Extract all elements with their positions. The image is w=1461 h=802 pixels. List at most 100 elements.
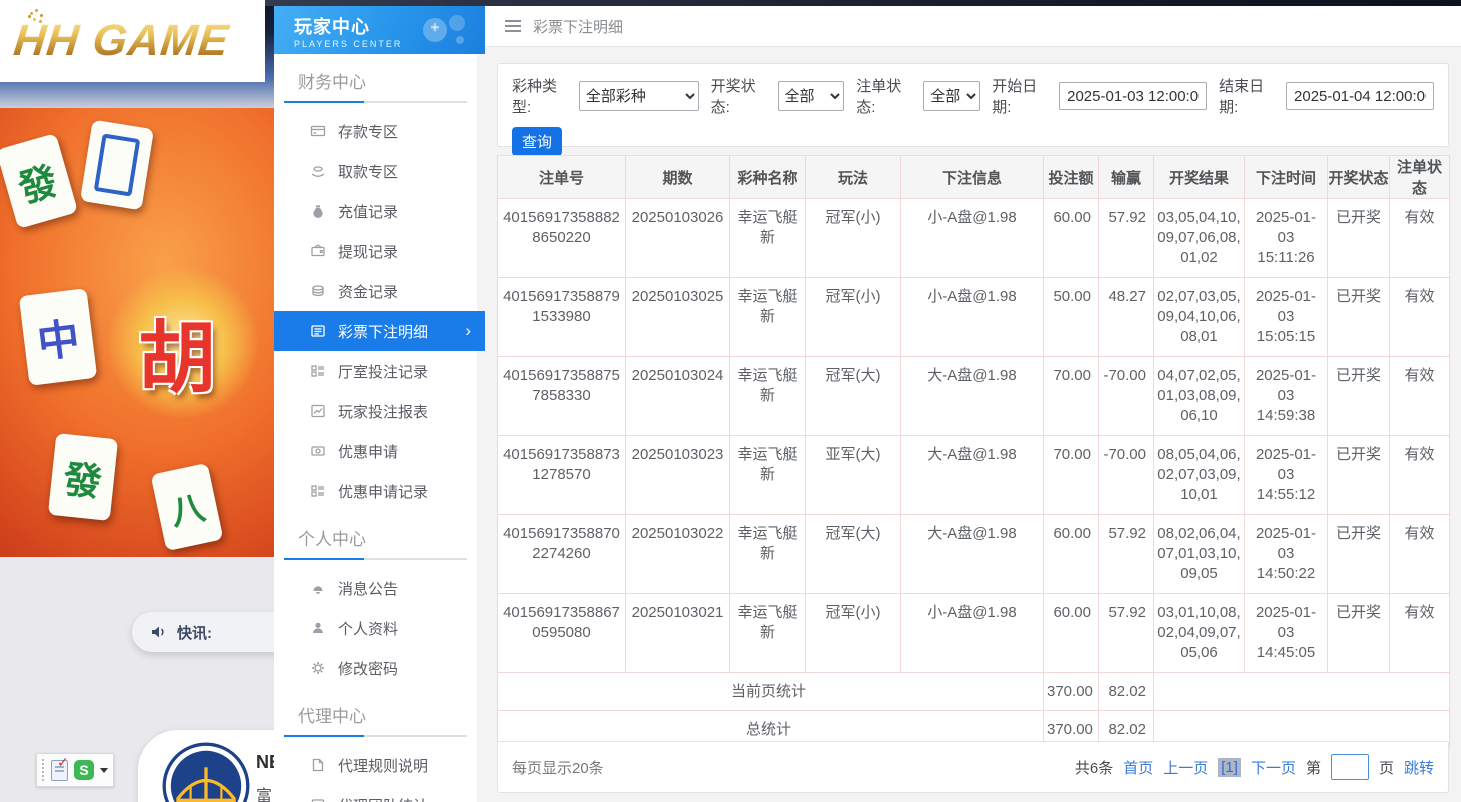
money-bag-icon (310, 203, 326, 219)
col-bet-amount: 投注额 (1044, 156, 1099, 199)
section-underline (284, 735, 467, 737)
end-date-input[interactable] (1286, 82, 1434, 110)
section-underline (284, 558, 467, 560)
cell-bet-id: 401569173588702274260 (498, 515, 626, 594)
sidebar-item-agent-team-stats[interactable]: 代理团队统计 (274, 785, 477, 802)
cell-win-loss: 57.92 (1099, 515, 1154, 594)
sidebar-item-lottery-bet-details[interactable]: 彩票下注明细 › (274, 311, 485, 351)
cell-period: 20250103022 (626, 515, 730, 594)
sidebar-item-hall-bet-records[interactable]: 厅室投注记录 (274, 351, 477, 391)
table-row: 401569173588731278570 20250103023 幸运飞艇新 … (498, 436, 1450, 515)
cell-bet-time: 2025-01-03 14:55:12 (1245, 436, 1328, 515)
first-page-link[interactable]: 首页 (1123, 757, 1153, 778)
cell-bet-amount: 60.00 (1044, 515, 1099, 594)
sidebar-item-promo-apply-records[interactable]: 优惠申请记录 (274, 471, 477, 511)
cell-bet-amount: 60.00 (1044, 594, 1099, 673)
cell-order-status: 有效 (1390, 278, 1450, 357)
cell-draw-result: 03,05,04,10,09,07,06,08,01,02 (1154, 199, 1245, 278)
col-bet-id: 注单号 (498, 156, 626, 199)
cell-draw-status: 已开奖 (1328, 278, 1390, 357)
col-bet-time: 下注时间 (1245, 156, 1328, 199)
cell-win-loss: 57.92 (1099, 594, 1154, 673)
cell-bet-info: 小-A盘@1.98 (901, 278, 1044, 357)
page-summary-empty (1154, 673, 1450, 711)
order-status-select[interactable]: 全部 (923, 81, 980, 111)
desktop-floating-toolbar[interactable]: S (36, 753, 114, 787)
site-logo[interactable]: HH GAME (0, 0, 265, 82)
end-date-label: 结束日期: (1219, 75, 1282, 117)
sidebar-item-withdraw-records[interactable]: 提现记录 (274, 231, 477, 271)
green-s-icon[interactable]: S (74, 760, 94, 780)
start-date-label: 开始日期: (992, 75, 1055, 117)
bell-icon (310, 580, 326, 596)
sidebar: 玩家中心 PLAYERS CENTER 财务中心 存款专区 取款专区 (274, 6, 477, 802)
cell-lottery-name: 幸运飞艇新 (730, 278, 806, 357)
page-jump-input[interactable] (1331, 754, 1369, 780)
cell-period: 20250103025 (626, 278, 730, 357)
page-summary-win-total: 82.02 (1099, 673, 1154, 711)
filter-panel: 彩种类型: 全部彩种 开奖状态: 全部 注单状态: 全部 开始日期: 结束日期:… (497, 63, 1449, 147)
drag-handle[interactable] (42, 759, 45, 781)
left-backdrop: 發 中 發 八 胡 快讯: (0, 0, 274, 802)
cell-lottery-name: 幸运飞艇新 (730, 594, 806, 673)
team-stats-icon (310, 797, 326, 802)
cell-lottery-name: 幸运飞艇新 (730, 436, 806, 515)
cell-bet-id: 401569173588731278570 (498, 436, 626, 515)
cell-play-type: 冠军(小) (806, 594, 901, 673)
cell-order-status: 有效 (1390, 357, 1450, 436)
prev-page-link[interactable]: 上一页 (1163, 757, 1208, 778)
page-title: 彩票下注明细 (533, 16, 623, 37)
sidebar-item-fund-records[interactable]: 资金记录 (274, 271, 477, 311)
sidebar-item-profile[interactable]: 个人资料 (274, 608, 477, 648)
doc-check-icon[interactable] (51, 760, 68, 781)
col-win-loss: 输赢 (1099, 156, 1154, 199)
sidebar-item-promo-apply[interactable]: 优惠申请 (274, 431, 477, 471)
hamburger-icon[interactable] (505, 20, 521, 32)
cell-bet-id: 401569173588828650220 (498, 199, 626, 278)
cell-win-loss: 57.92 (1099, 199, 1154, 278)
jump-prefix: 第 (1306, 757, 1321, 778)
news-ticker[interactable]: 快讯: (132, 612, 274, 652)
table-row: 401569173588791533980 20250103025 幸运飞艇新 … (498, 278, 1450, 357)
gamepad-icon (413, 10, 475, 52)
draw-status-label: 开奖状态: (711, 75, 774, 117)
nba-news-card[interactable]: NE 富 (138, 730, 274, 802)
bank-card-icon (310, 123, 326, 139)
table-header-row: 注单号 期数 彩种名称 玩法 下注信息 投注额 输赢 开奖结果 下注时间 开奖状… (498, 156, 1450, 199)
cell-order-status: 有效 (1390, 199, 1450, 278)
start-date-input[interactable] (1059, 82, 1207, 110)
cell-period: 20250103021 (626, 594, 730, 673)
cell-bet-id: 401569173588670595080 (498, 594, 626, 673)
current-page-indicator[interactable]: [1] (1218, 758, 1241, 777)
cell-play-type: 亚军(大) (806, 436, 901, 515)
hu-character: 胡 (138, 296, 216, 408)
sidebar-item-deposit[interactable]: 存款专区 (274, 111, 477, 151)
cell-bet-time: 2025-01-03 15:05:15 (1245, 278, 1328, 357)
draw-status-select[interactable]: 全部 (778, 81, 845, 111)
wallet-icon (310, 243, 326, 259)
mahjong-tile: 發 (48, 433, 118, 521)
cell-win-loss: -70.00 (1099, 436, 1154, 515)
document-icon (310, 757, 326, 773)
jump-button[interactable]: 跳转 (1404, 757, 1434, 778)
lottery-type-select[interactable]: 全部彩种 (579, 81, 699, 111)
sidebar-item-change-password[interactable]: 修改密码 (274, 648, 477, 688)
cell-bet-info: 大-A盘@1.98 (901, 357, 1044, 436)
cell-play-type: 冠军(小) (806, 199, 901, 278)
sidebar-item-agent-rules[interactable]: 代理规则说明 (274, 745, 477, 785)
sidebar-item-withdraw[interactable]: 取款专区 (274, 151, 477, 191)
cell-bet-info: 小-A盘@1.98 (901, 594, 1044, 673)
jump-suffix: 页 (1379, 757, 1394, 778)
caret-down-icon[interactable] (100, 768, 108, 773)
coupon-records-icon (310, 483, 326, 499)
sidebar-item-player-bet-report[interactable]: 玩家投注报表 (274, 391, 477, 431)
coupon-icon (310, 443, 326, 459)
sidebar-item-recharge-records[interactable]: 充值记录 (274, 191, 477, 231)
mahjong-promo-image: 發 中 發 八 胡 (0, 0, 274, 557)
bet-details-table: 注单号 期数 彩种名称 玩法 下注信息 投注额 输赢 开奖结果 下注时间 开奖状… (497, 155, 1450, 749)
logo-text: HH GAME (11, 16, 231, 66)
col-draw-result: 开奖结果 (1154, 156, 1245, 199)
sidebar-item-announcements[interactable]: 消息公告 (274, 568, 477, 608)
next-page-link[interactable]: 下一页 (1251, 757, 1296, 778)
search-button[interactable]: 查询 (512, 127, 562, 156)
